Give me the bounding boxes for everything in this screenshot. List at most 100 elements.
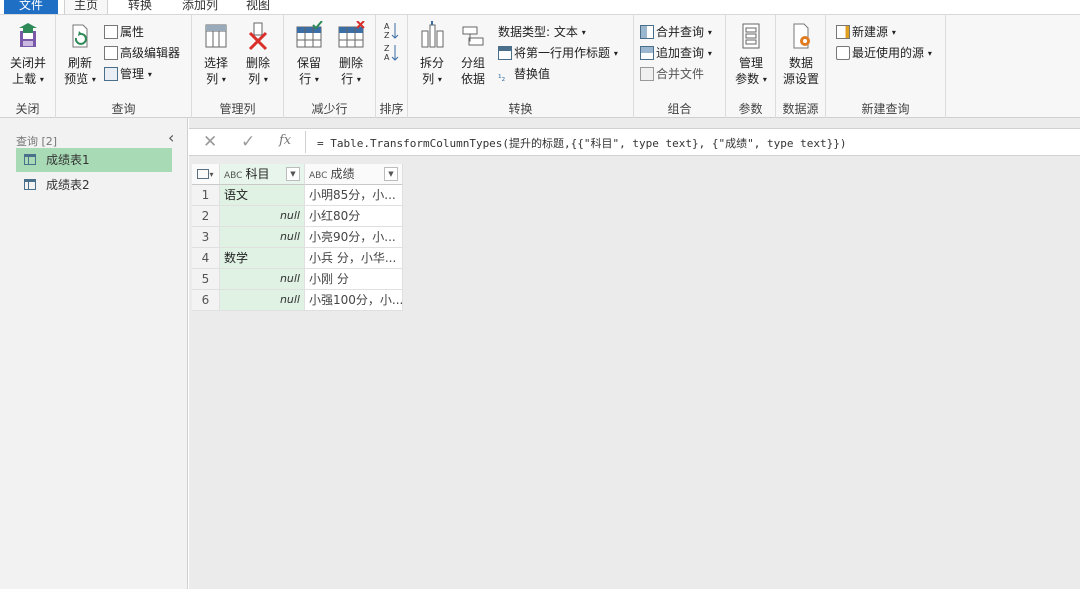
data-type-dropdown[interactable]: 数据类型: 文本 ▾ [498,23,586,41]
formula-separator [305,131,306,153]
choose-columns-button[interactable]: 选择 列 ▾ [196,21,236,88]
table-menu-button[interactable]: ▾ [192,164,220,185]
table-row[interactable]: 3 null 小亮90分，小... [192,227,403,248]
sort-ascending-button[interactable]: A Z [384,21,400,41]
table-row[interactable]: 1 语文 小明85分，小... [192,185,403,206]
row-number: 3 [192,227,220,248]
cell-subject[interactable]: null [220,227,305,248]
cell-score[interactable]: 小红80分 [305,206,403,227]
new-source-icon [836,25,850,39]
row-number: 1 [192,185,220,206]
refresh-preview-button[interactable]: 刷新 预览 ▾ [60,21,100,88]
cell-subject[interactable]: null [220,206,305,227]
queries-pane: 查询 [2] ‹ 成绩表1 成绩表2 [0,118,188,589]
split-column-button[interactable]: 拆分 列 ▾ [414,21,450,88]
sort-descending-button[interactable]: Z A [384,43,400,63]
remove-columns-icon [248,22,268,51]
data-source-settings-button[interactable]: 数据 源设置 [780,21,822,87]
query-item-chengjibiao2[interactable]: 成绩表2 [16,173,172,197]
manage-parameters-button[interactable]: 管理 参数 ▾ [730,21,772,88]
cancel-formula-icon[interactable]: ✕ [203,132,217,152]
recent-sources-button[interactable]: 最近使用的源 ▾ [836,44,932,62]
text-type-icon: ABC [224,171,243,181]
advanced-editor-button[interactable]: 高级编辑器 [104,44,180,62]
query-item-chengjibiao1[interactable]: 成绩表1 [16,148,172,172]
properties-button[interactable]: 属性 [104,23,144,41]
use-first-row-as-headers-button[interactable]: 将第一行用作标题 ▾ [498,44,618,62]
group-close: 关闭并 上载 ▾ 关闭 [0,15,56,119]
append-queries-button[interactable]: 追加查询 ▾ [640,44,712,62]
data-source-settings-icon [793,23,810,49]
keep-rows-button[interactable]: 保留 行 ▾ [288,21,330,88]
tab-transform[interactable]: 转换 [118,0,162,14]
close-and-load-icon [19,23,37,47]
cell-subject[interactable]: 语文 [220,185,305,206]
group-label-parameters: 参数 [738,102,763,116]
cell-subject[interactable]: 数学 [220,248,305,269]
merge-queries-button[interactable]: 合并查询 ▾ [640,23,712,41]
confirm-formula-icon[interactable]: ✓ [241,132,255,152]
cell-score[interactable]: 小亮90分，小... [305,227,403,248]
group-by-label-2: 依据 [460,72,485,86]
column-header-subject-label: 科目 [245,167,270,181]
column-header-score[interactable]: ABC 成绩 ▼ [305,164,403,185]
table-row[interactable]: 2 null 小红80分 [192,206,403,227]
filter-dropdown-icon[interactable]: ▼ [286,167,300,181]
group-transform: 拆分 列 ▾ 分组 依据 数据类型: 文本 ▾ 将第一行用作标题 ▾ ¹₂ 替换值… [408,15,634,119]
manage-icon [104,67,118,81]
split-column-label-1: 拆分 [419,56,444,70]
manage-query-button[interactable]: 管理 ▾ [104,65,152,83]
sort-descending-icon: Z A [384,44,399,62]
close-and-load-button[interactable]: 关闭并 上载 ▾ [4,21,52,88]
remove-rows-button[interactable]: 删除 行 ▾ [330,21,372,88]
cell-score[interactable]: 小明85分，小... [305,185,403,206]
cell-score[interactable]: 小刚 分 [305,269,403,290]
keep-rows-label-2: 行 ▾ [299,72,319,86]
choose-columns-label-2: 列 ▾ [206,72,226,86]
group-manage-columns: 选择 列 ▾ 删除 列 ▾ 管理列 [192,15,284,119]
table-icon [24,154,36,165]
group-label-close: 关闭 [15,102,40,116]
remove-columns-button[interactable]: 删除 列 ▾ [238,21,278,88]
table-row[interactable]: 6 null 小强100分，小... [192,290,403,311]
tab-file[interactable]: 文件 [4,0,58,14]
cell-subject[interactable]: null [220,269,305,290]
remove-rows-label-1: 删除 [338,56,363,70]
table-row[interactable]: 4 数学 小兵 分，小华... [192,248,403,269]
split-column-icon [421,21,444,48]
query-item-label: 成绩表1 [46,153,90,167]
collapse-pane-icon[interactable]: ‹ [168,128,174,147]
refresh-label-1: 刷新 [67,56,92,70]
group-label-new-query: 新建查询 [861,102,910,116]
svg-text:A: A [384,53,390,62]
close-and-load-label-1: 关闭并 [9,56,46,70]
manage-parameters-label-2: 参数 ▾ [735,72,767,86]
group-by-button[interactable]: 分组 依据 [454,21,492,87]
column-header-subject[interactable]: ABC 科目 ▼ [220,164,305,185]
group-label-sort: 排序 [379,102,404,116]
svg-text:Z: Z [384,31,390,40]
tab-view[interactable]: 视图 [238,0,278,14]
manage-parameters-icon [742,23,760,49]
cell-score[interactable]: 小兵 分，小华... [305,248,403,269]
merge-queries-icon [640,25,654,39]
properties-icon [104,25,118,39]
tab-home[interactable]: 主页 [64,0,108,14]
replace-values-button[interactable]: ¹₂ 替换值 [498,65,550,84]
tab-add-column[interactable]: 添加列 [172,0,228,14]
filter-dropdown-icon[interactable]: ▼ [384,167,398,181]
formula-input[interactable]: = Table.TransformColumnTypes(提升的标题,{{"科目… [317,135,846,151]
cell-score[interactable]: 小强100分，小... [305,290,403,311]
append-queries-icon [640,46,654,60]
table-row[interactable]: 5 null 小刚 分 [192,269,403,290]
combine-files-button[interactable]: 合并文件 [640,65,704,83]
svg-text:A: A [384,22,390,31]
cell-subject[interactable]: null [220,290,305,311]
group-label-data-source: 数据源 [782,102,819,116]
group-label-combine: 组合 [667,102,692,116]
svg-text:Z: Z [384,44,390,53]
new-source-button[interactable]: 新建源 ▾ [836,23,896,41]
fx-icon[interactable]: fx [279,133,291,148]
main-area: ✕ ✓ fx = Table.TransformColumnTypes(提升的标… [189,118,1080,589]
advanced-editor-icon [104,46,118,60]
